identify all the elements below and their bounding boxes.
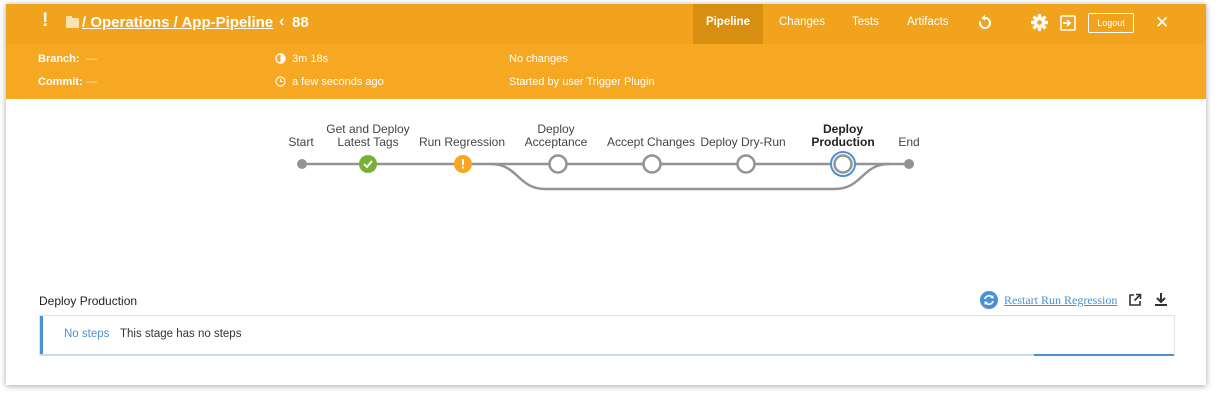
unstable-status-icon: ! bbox=[42, 10, 49, 31]
branch-label: Branch: bbox=[38, 53, 80, 65]
stage-node-run-regression[interactable] bbox=[454, 155, 472, 173]
run-started: a few seconds ago bbox=[292, 76, 384, 88]
stage-node-end bbox=[904, 159, 914, 169]
steps-panel-rule bbox=[40, 354, 1174, 356]
tab-pipeline[interactable]: Pipeline bbox=[693, 4, 763, 44]
stage-label-line: Latest Tags bbox=[337, 135, 399, 149]
no-steps-label: No steps bbox=[64, 328, 110, 340]
run-cause: Started by user Trigger Plugin bbox=[509, 76, 655, 88]
clock-icon bbox=[275, 76, 286, 87]
tab-changes[interactable]: Changes bbox=[779, 4, 825, 44]
tab-artifacts[interactable]: Artifacts bbox=[907, 4, 949, 44]
stage-node-get-and-deploy-latest-tags[interactable] bbox=[359, 155, 377, 173]
stage-label-end: End bbox=[898, 135, 920, 149]
folder-icon bbox=[66, 16, 79, 28]
pipeline-connectors bbox=[302, 162, 909, 191]
no-steps-message: This stage has no steps bbox=[120, 328, 242, 340]
stage-label-deploy-acceptance[interactable]: Deploy Acceptance bbox=[506, 123, 606, 149]
logout-button[interactable]: Logout bbox=[1088, 13, 1134, 33]
stage-node-deploy-acceptance[interactable] bbox=[548, 154, 568, 174]
steps-panel: No steps This stage has no steps bbox=[39, 315, 1175, 356]
top-bar: ! / Operations / App-Pipeline ‹ 88 Pipel… bbox=[6, 4, 1206, 44]
download-icon[interactable] bbox=[1154, 292, 1168, 307]
back-chevron-icon[interactable]: ‹ bbox=[279, 13, 284, 31]
stage-node-start bbox=[297, 159, 307, 169]
stage-detail-title: Deploy Production bbox=[39, 294, 138, 308]
stage-node-deploy-dry-run[interactable] bbox=[736, 154, 756, 174]
commit-label: Commit: bbox=[38, 76, 83, 88]
tab-tests[interactable]: Tests bbox=[852, 4, 879, 44]
restart-icon[interactable] bbox=[980, 291, 998, 309]
stage-label-line: Acceptance bbox=[524, 135, 588, 149]
close-icon[interactable]: ✕ bbox=[1155, 13, 1169, 33]
stage-label-deploy-production[interactable]: Deploy Production bbox=[793, 123, 893, 149]
exit-icon[interactable] bbox=[1060, 15, 1076, 31]
rerun-icon[interactable] bbox=[977, 15, 993, 31]
stage-label-start: Start bbox=[288, 135, 314, 149]
stage-node-accept-changes[interactable] bbox=[642, 154, 662, 174]
stage-node-deploy-production[interactable] bbox=[830, 151, 856, 177]
steps-panel-progress bbox=[1034, 354, 1174, 356]
branch-value: — bbox=[86, 53, 97, 65]
commit-value: — bbox=[86, 76, 97, 88]
open-external-icon[interactable] bbox=[1128, 293, 1142, 307]
stage-label-run-regression[interactable]: Run Regression bbox=[412, 136, 512, 149]
breadcrumb[interactable]: / Operations / App-Pipeline bbox=[82, 14, 273, 31]
pipeline-graph bbox=[297, 151, 914, 191]
duration-icon bbox=[275, 53, 286, 64]
restart-stage-link[interactable]: Restart Run Regression bbox=[1004, 293, 1117, 308]
stage-label-get-and-deploy[interactable]: Get and Deploy Latest Tags bbox=[318, 123, 418, 149]
stage-label-line: Production bbox=[811, 135, 875, 149]
pipeline-window: ! / Operations / App-Pipeline ‹ 88 Pipel… bbox=[6, 4, 1206, 385]
stage-label-deploy-dry-run[interactable]: Deploy Dry-Run bbox=[685, 136, 801, 149]
run-duration: 3m 18s bbox=[292, 53, 329, 65]
steps-panel-accent bbox=[40, 316, 43, 354]
run-number: 88 bbox=[292, 14, 309, 31]
run-info-bar: Branch: — Commit: — 3m 18s a few seconds… bbox=[6, 44, 1206, 99]
changes-summary: No changes bbox=[509, 53, 568, 65]
gear-icon[interactable] bbox=[1031, 14, 1048, 31]
